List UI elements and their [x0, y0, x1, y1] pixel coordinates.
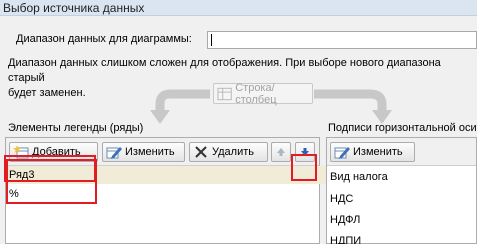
move-up-button[interactable]: [271, 142, 291, 162]
title-bar: Выбор источника данных: [0, 0, 477, 16]
chart-range-input[interactable]: [207, 31, 477, 49]
switch-row-column-button[interactable]: Строка/столбец: [213, 81, 313, 106]
select-data-source-dialog: Диапазон данных для диаграммы: Диапазон …: [0, 16, 477, 244]
text-caret: [211, 34, 212, 46]
delete-series-label: Удалить: [212, 146, 254, 158]
window-title: Выбор источника данных: [3, 1, 145, 15]
delete-series-button[interactable]: Удалить: [189, 142, 268, 162]
axis-label-item: НДФЛ: [330, 214, 361, 226]
delete-icon: [195, 146, 207, 158]
curved-arrow-left-icon: [150, 89, 210, 124]
switch-row-column-icon: [217, 87, 232, 100]
highlight-move-down-button: [291, 154, 317, 181]
edit-icon: [106, 147, 122, 159]
edit-series-button[interactable]: Изменить: [102, 142, 185, 162]
edit-axis-labels-label: Изменить: [353, 146, 403, 158]
list-item[interactable]: НДПИ: [330, 232, 361, 244]
list-item[interactable]: НДФЛ: [330, 211, 360, 229]
range-label: Диапазон данных для диаграммы:: [16, 33, 192, 45]
edit-series-label: Изменить: [125, 146, 175, 158]
switch-row-column-label: Строка/столбец: [235, 81, 277, 106]
axis-toolbar: Изменить: [327, 138, 476, 166]
axis-label-item: НДС: [330, 193, 354, 205]
edit-axis-labels-button[interactable]: Изменить: [330, 142, 415, 162]
axis-labels-panel: Изменить Вид налога НДС НДФЛ НДПИ: [326, 137, 477, 244]
highlight-series-list: [6, 159, 97, 204]
curved-arrow-right-icon: [314, 89, 392, 124]
legend-section-title: Элементы легенды (ряды): [8, 122, 144, 134]
axis-section-title: Подписи горизонтальной оси: [328, 122, 477, 134]
list-item[interactable]: НДС: [330, 190, 353, 208]
list-item[interactable]: Вид налога: [330, 168, 388, 186]
axis-label-item: НДПИ: [330, 235, 362, 244]
axis-label-item: Вид налога: [330, 171, 388, 183]
edit-icon: [334, 147, 350, 159]
arrow-up-icon: [277, 148, 285, 156]
